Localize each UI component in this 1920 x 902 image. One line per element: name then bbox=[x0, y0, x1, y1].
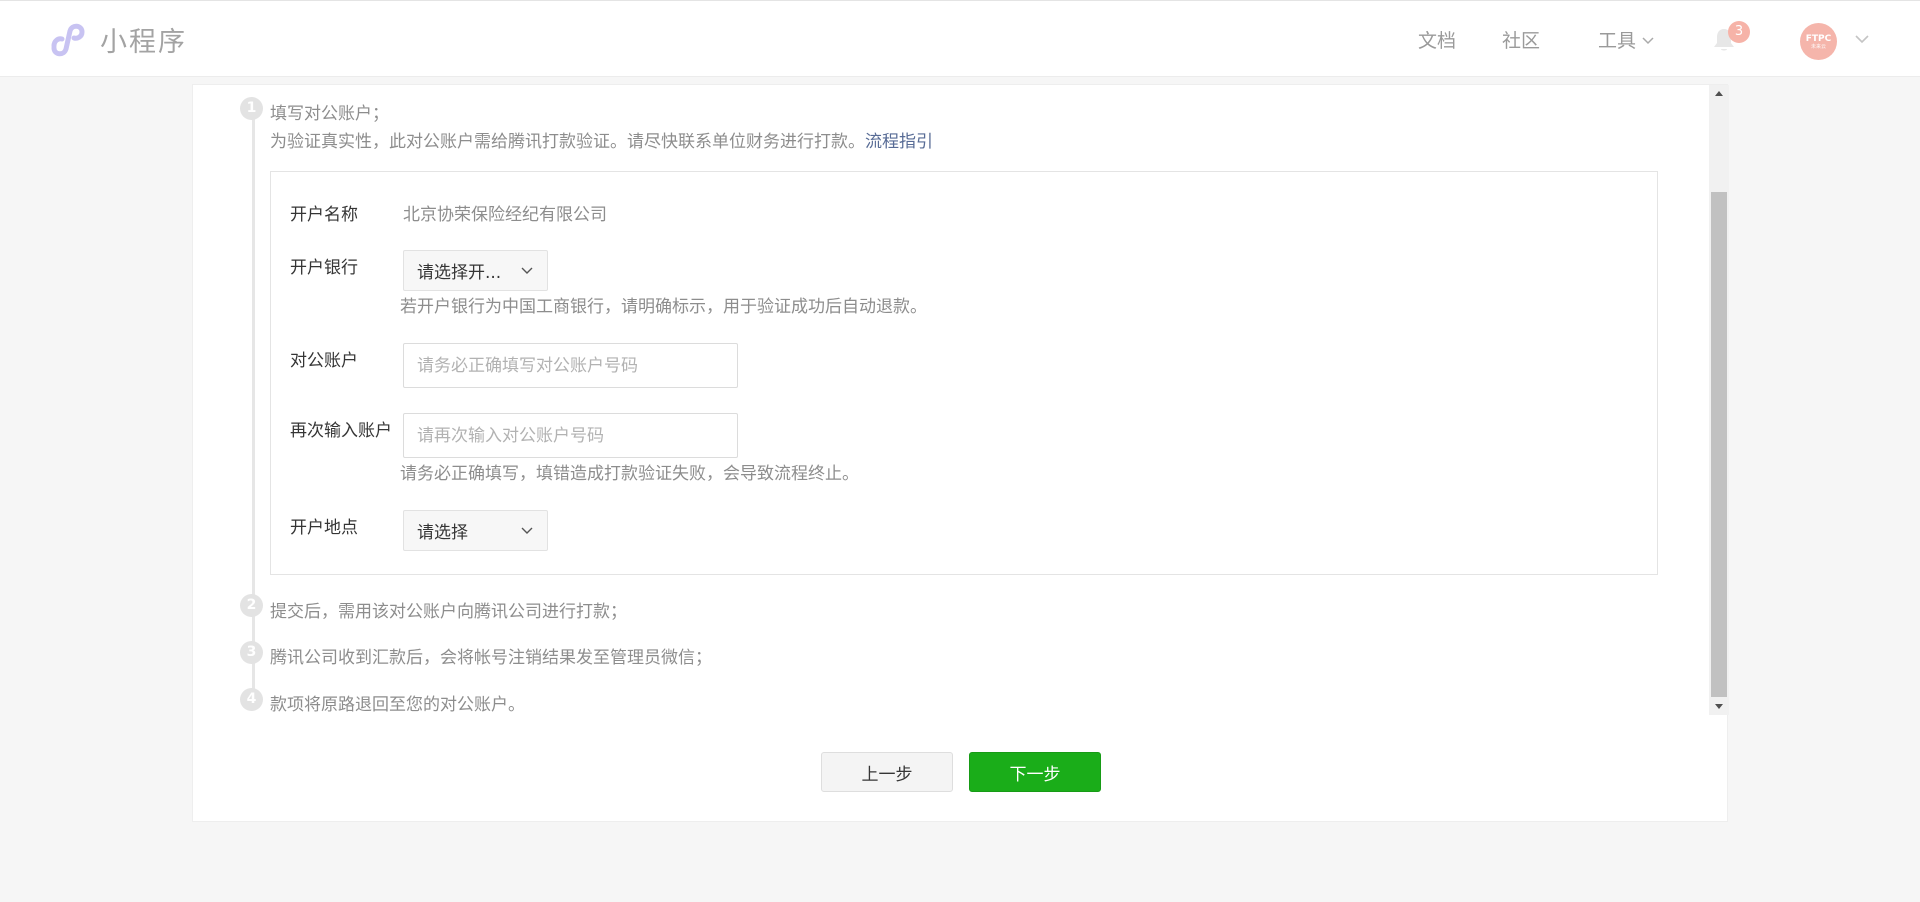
next-step-button[interactable]: 下一步 bbox=[969, 752, 1101, 792]
avatar-main-text: FTPC bbox=[1805, 33, 1832, 44]
account-menu-chevron-icon[interactable] bbox=[1855, 35, 1869, 44]
step-1-description-text: 为验证真实性，此对公账户需给腾讯打款验证。请尽快联系单位财务进行打款。 bbox=[270, 132, 865, 152]
nav-community-link[interactable]: 社区 bbox=[1502, 26, 1540, 53]
step-3-number: 3 bbox=[240, 641, 263, 664]
logo-icon bbox=[51, 23, 85, 57]
account-label: 对公账户 bbox=[290, 351, 358, 371]
bank-label: 开户银行 bbox=[290, 258, 358, 278]
account-verification-card: 1 填写对公账户； 为验证真实性，此对公账户需给腾讯打款验证。请尽快联系单位财务… bbox=[192, 84, 1729, 822]
notification-badge: 3 bbox=[1728, 21, 1750, 43]
location-select[interactable]: 请选择 bbox=[403, 510, 548, 551]
bank-tip: 若开户银行为中国工商银行，请明确标示，用于验证成功后自动退款。 bbox=[400, 297, 927, 317]
vertical-scrollbar[interactable] bbox=[1709, 85, 1729, 715]
chevron-down-icon bbox=[521, 527, 533, 534]
bank-account-form: 开户名称 北京协荣保险经纪有限公司 开户银行 请选择开... 若开户银行为中国工… bbox=[270, 171, 1658, 575]
step-4-title: 款项将原路退回至您的对公账户。 bbox=[270, 695, 525, 715]
account-confirm-input[interactable] bbox=[403, 413, 738, 458]
location-select-value: 请选择 bbox=[417, 523, 468, 543]
avatar[interactable]: FTPC 未来云 bbox=[1800, 23, 1837, 60]
step-timeline bbox=[252, 106, 255, 710]
top-navigation-bar: 小程序 文档 社区 工具 3 FTPC 未来云 bbox=[0, 0, 1920, 77]
step-3-title: 腾讯公司收到汇款后，会将帐号注销结果发至管理员微信； bbox=[270, 648, 712, 668]
nav-tools-dropdown[interactable]: 工具 bbox=[1598, 26, 1654, 53]
nav-tools-label: 工具 bbox=[1598, 30, 1637, 52]
nav-docs-link[interactable]: 文档 bbox=[1418, 26, 1456, 53]
scrollbar-thumb[interactable] bbox=[1711, 192, 1727, 697]
app-logo[interactable]: 小程序 bbox=[48, 21, 187, 58]
app-name: 小程序 bbox=[100, 26, 187, 58]
step-4-number: 4 bbox=[240, 688, 263, 711]
previous-step-button[interactable]: 上一步 bbox=[821, 752, 953, 792]
chevron-down-icon bbox=[1642, 36, 1654, 44]
scroll-content: 1 填写对公账户； 为验证真实性，此对公账户需给腾讯打款验证。请尽快联系单位财务… bbox=[193, 85, 1729, 715]
bank-select[interactable]: 请选择开... bbox=[403, 250, 548, 291]
chevron-down-icon bbox=[521, 267, 533, 274]
account-confirm-tip: 请务必正确填写，填错造成打款验证失败，会导致流程终止。 bbox=[400, 464, 859, 484]
account-name-value: 北京协荣保险经纪有限公司 bbox=[403, 205, 607, 225]
scroll-up-arrow-icon[interactable] bbox=[1709, 85, 1729, 102]
account-name-label: 开户名称 bbox=[290, 205, 358, 225]
location-label: 开户地点 bbox=[290, 518, 358, 538]
step-1-title: 填写对公账户； bbox=[270, 104, 389, 124]
step-2-title: 提交后，需用该对公账户向腾讯公司进行打款； bbox=[270, 602, 627, 622]
process-guide-link[interactable]: 流程指引 bbox=[865, 132, 933, 152]
step-1-number: 1 bbox=[240, 97, 263, 120]
account-input[interactable] bbox=[403, 343, 738, 388]
avatar-sub-text: 未来云 bbox=[1810, 43, 1826, 50]
account-confirm-label: 再次输入账户 bbox=[290, 421, 392, 441]
bank-select-value: 请选择开... bbox=[417, 263, 502, 283]
scroll-down-arrow-icon[interactable] bbox=[1709, 698, 1729, 715]
step-1-description: 为验证真实性，此对公账户需给腾讯打款验证。请尽快联系单位财务进行打款。流程指引 bbox=[270, 127, 933, 152]
step-2-number: 2 bbox=[240, 594, 263, 617]
